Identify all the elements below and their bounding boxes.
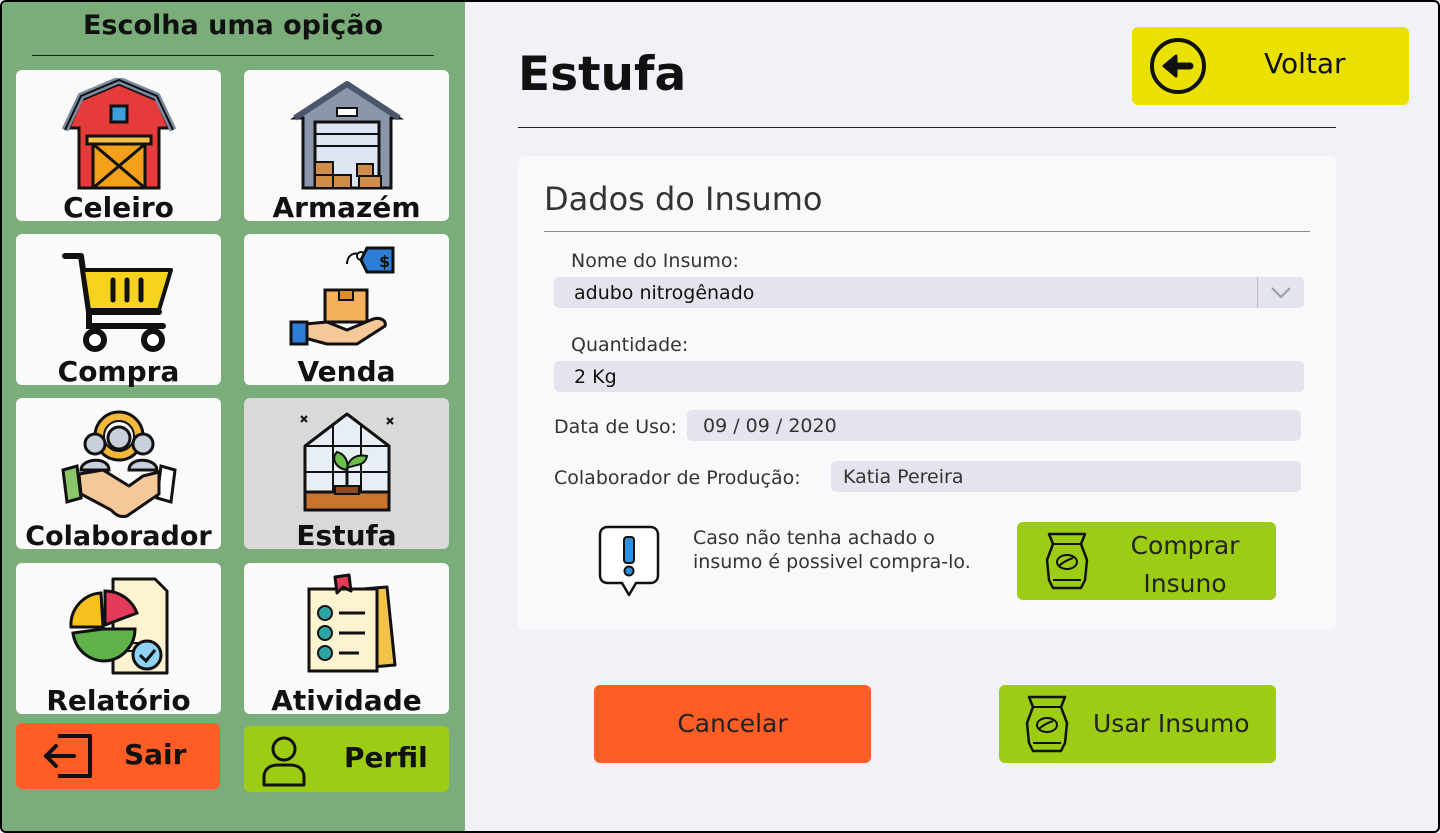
sidebar-item-colaborador[interactable]: Colaborador <box>16 398 221 552</box>
cancel-button[interactable]: Cancelar <box>594 685 871 763</box>
quantidade-value: 2 Kg <box>574 365 617 388</box>
data-uso-value: 09 / 09 / 2020 <box>703 414 837 437</box>
profile-label: Perfil <box>344 741 428 774</box>
exit-icon <box>44 734 92 778</box>
usar-insumo-label: Usar Insumo <box>1093 709 1250 738</box>
logout-label: Sair <box>124 738 187 771</box>
section-title: Dados do Insumo <box>544 180 823 218</box>
colaborador-label: Colaborador de Produção: <box>554 467 801 489</box>
report-chart-icon <box>68 577 168 675</box>
chevron-down-icon[interactable] <box>1270 283 1292 301</box>
sidebar-divider <box>32 55 434 56</box>
colaborador-input[interactable]: Katia Pereira <box>831 461 1301 492</box>
app-window: Escolha uma opição Celeiro Armazém Compr… <box>0 0 1440 833</box>
sidebar-item-label: Venda <box>297 355 396 388</box>
fertilizer-bag-icon <box>1045 532 1089 590</box>
colaborador-value: Katia Pereira <box>843 465 964 488</box>
alert-bubble-icon <box>598 525 660 597</box>
user-icon <box>262 736 306 787</box>
sidebar-item-relatorio[interactable]: Relatório <box>16 563 221 717</box>
sidebar-item-label: Estufa <box>296 519 397 552</box>
cart-icon <box>61 253 173 352</box>
page-title: Estufa <box>518 47 687 102</box>
sidebar-item-venda[interactable]: $ Venda <box>244 234 449 388</box>
data-uso-input[interactable]: 09 / 09 / 2020 <box>687 410 1301 441</box>
section-divider <box>544 231 1310 232</box>
quantidade-input[interactable]: 2 Kg <box>554 361 1304 392</box>
sidebar-item-label: Relatório <box>46 684 191 717</box>
logout-button[interactable]: Sair <box>16 723 220 789</box>
nome-insumo-value: adubo nitrogênado <box>574 281 755 304</box>
data-uso-label: Data de Uso: <box>554 416 678 438</box>
sidebar-item-label: Celeiro <box>63 191 174 224</box>
barn-icon <box>61 78 176 190</box>
arrow-left-circle-icon <box>1150 38 1206 94</box>
checklist-icon <box>307 573 396 673</box>
back-label: Voltar <box>1264 47 1346 80</box>
sidebar-item-armazem[interactable]: Armazém <box>244 70 449 224</box>
profile-button[interactable]: Perfil <box>244 726 449 792</box>
cancel-label: Cancelar <box>677 709 788 738</box>
nome-insumo-select[interactable]: adubo nitrogênado <box>554 277 1304 308</box>
handshake-team-icon <box>60 410 177 518</box>
nome-insumo-label: Nome do Insumo: <box>571 250 739 272</box>
usar-insumo-button[interactable]: Usar Insumo <box>999 685 1276 763</box>
comprar-insumo-button[interactable]: Comprar Insuno <box>1017 522 1276 600</box>
svg-text:$: $ <box>379 252 390 271</box>
greenhouse-icon <box>299 412 394 512</box>
sidebar-item-atividade[interactable]: Atividade <box>244 563 449 717</box>
title-divider <box>518 127 1336 128</box>
sidebar-item-celeiro[interactable]: Celeiro <box>16 70 221 224</box>
back-button[interactable]: Voltar <box>1132 27 1409 105</box>
sidebar-item-label: Colaborador <box>25 521 212 552</box>
comprar-insumo-label: Comprar Insuno <box>1130 531 1240 598</box>
sidebar-item-compra[interactable]: Compra <box>16 234 221 388</box>
sidebar-item-estufa[interactable]: Estufa <box>244 398 449 552</box>
fertilizer-bag-icon <box>1025 695 1069 753</box>
warehouse-icon <box>289 81 404 190</box>
hint-text: Caso não tenha achado o insumo é possive… <box>693 527 971 573</box>
sidebar-item-label: Compra <box>57 355 180 388</box>
select-divider <box>1257 277 1258 308</box>
sidebar-item-label: Atividade <box>271 684 422 717</box>
sale-hand-icon: $ <box>289 246 394 346</box>
sidebar-item-label: Armazém <box>272 191 421 224</box>
sidebar: Escolha uma opição Celeiro Armazém Compr… <box>2 2 465 831</box>
quantidade-label: Quantidade: <box>571 334 689 356</box>
sidebar-title: Escolha uma opição <box>82 10 384 41</box>
